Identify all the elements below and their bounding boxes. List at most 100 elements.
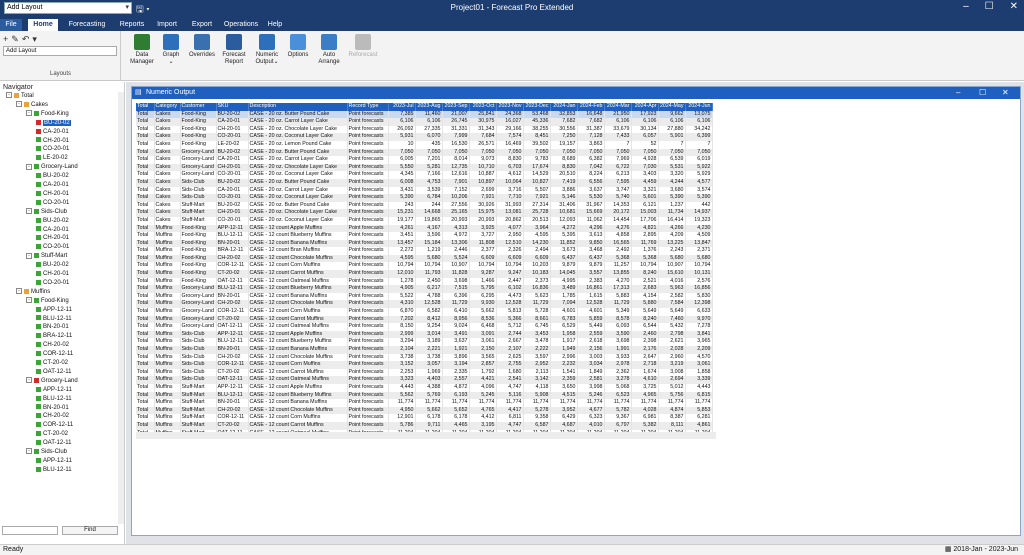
table-cell[interactable]: 8,240 xyxy=(631,270,659,278)
table-cell[interactable]: 11,774 xyxy=(685,399,713,407)
table-cell[interactable]: 2,718 xyxy=(631,361,659,369)
table-cell[interactable]: 6,323 xyxy=(577,414,605,422)
table-cell[interactable]: Stuff-Mart xyxy=(180,209,217,217)
table-cell[interactable]: 5,756 xyxy=(658,391,686,400)
table-cell[interactable]: Stuff-Mart xyxy=(180,399,217,407)
tree-node[interactable]: LE-20-02 xyxy=(36,154,68,162)
table-cell[interactable]: CASE - 12 count Blueberry Muffins xyxy=(248,285,348,293)
tab-reports[interactable]: Reports xyxy=(116,19,148,31)
table-cell[interactable]: 31,387 xyxy=(577,125,605,134)
table-cell[interactable]: 5,680 xyxy=(658,254,686,263)
table-cell[interactable]: 3,716 xyxy=(496,186,524,195)
table-cell[interactable]: 27,556 xyxy=(442,201,470,210)
table-row[interactable]: Total Cakes Sids-Club BU-20-02 CASE - 20 oz.… xyxy=(136,178,713,187)
table-cell[interactable]: 3,091 xyxy=(469,330,497,339)
table-cell[interactable]: Point forecasts xyxy=(347,216,389,225)
table-cell[interactable]: 3,451 xyxy=(388,232,416,240)
table-row[interactable]: Total Muffins Grocery-Land BN-20-01 CASE - 1… xyxy=(136,292,713,301)
table-cell[interactable]: 5,929 xyxy=(685,171,713,179)
table-cell[interactable]: Total xyxy=(136,254,155,263)
table-cell[interactable]: 9,850 xyxy=(577,239,605,248)
table-cell[interactable]: CASE - 12 count Oatmeal Muffins xyxy=(248,323,348,331)
table-cell[interactable]: 6,410 xyxy=(442,308,470,316)
table-cell[interactable]: 15,610 xyxy=(658,270,686,278)
table-cell[interactable]: 4,244 xyxy=(658,178,686,187)
table-cell[interactable]: Total xyxy=(136,391,155,400)
table-cell[interactable]: CH-20-02 xyxy=(216,254,249,263)
table-cell[interactable]: Cakes xyxy=(154,216,181,225)
table-cell[interactable]: Muffins xyxy=(154,376,181,384)
table-cell[interactable]: 3,998 xyxy=(577,383,605,392)
table-cell[interactable]: 11,808 xyxy=(469,239,497,248)
table-cell[interactable]: Food-King xyxy=(180,239,217,248)
table-cell[interactable]: Muffins xyxy=(154,224,181,233)
table-cell[interactable]: Point forecasts xyxy=(347,338,389,346)
table-cell[interactable]: 11,774 xyxy=(469,399,497,407)
table-row[interactable]: Total Cakes Sids-Club CO-20-01 CASE - 20 oz.… xyxy=(136,194,713,202)
table-cell[interactable]: Muffins xyxy=(154,391,181,400)
table-cell[interactable]: 2,755 xyxy=(496,361,524,369)
table-cell[interactable]: Point forecasts xyxy=(347,270,389,278)
tab-help[interactable]: Help xyxy=(264,19,286,31)
collapse-icon[interactable]: - xyxy=(26,297,32,304)
table-cell[interactable]: CASE - 20 oz. Chocolate Layer Cake xyxy=(248,209,348,217)
table-cell[interactable]: 3,590 xyxy=(604,330,632,339)
table-cell[interactable]: Total xyxy=(136,239,155,248)
table-cell[interactable]: 5,146 xyxy=(550,194,578,202)
tree-node[interactable]: CH-20-01 xyxy=(36,270,69,278)
table-cell[interactable]: Point forecasts xyxy=(347,133,389,141)
table-cell[interactable]: 2,978 xyxy=(604,361,632,369)
table-cell[interactable]: 2,371 xyxy=(685,247,713,255)
table-cell[interactable]: 5,880 xyxy=(631,300,659,309)
table-cell[interactable]: 15,975 xyxy=(469,209,497,217)
table-cell[interactable]: 2,744 xyxy=(496,330,524,339)
close-icon[interactable]: ✕ xyxy=(1002,87,1009,99)
table-cell[interactable]: CASE - 20 oz. Carrot Layer Cake xyxy=(248,156,348,164)
table-cell[interactable]: 2,156 xyxy=(577,346,605,354)
table-cell[interactable]: 6,106 xyxy=(658,118,686,126)
table-cell[interactable]: 5,662 xyxy=(415,406,443,415)
table-cell[interactable]: 8,830 xyxy=(550,163,578,172)
table-cell[interactable]: Total xyxy=(136,125,155,134)
table-cell[interactable]: Cakes xyxy=(154,201,181,210)
maximize-icon[interactable]: ☐ xyxy=(979,87,986,99)
table-cell[interactable]: CASE - 12 count Carrot Muffins xyxy=(248,315,348,324)
table-cell[interactable]: 4,509 xyxy=(685,232,713,240)
table-row[interactable]: Total Muffins Grocery-Land BLU-12-11 CASE - … xyxy=(136,285,713,293)
table-cell[interactable]: 10,827 xyxy=(523,178,551,187)
table-cell[interactable]: Total xyxy=(136,178,155,187)
table-cell[interactable]: CASE - 20 oz. Coconut Layer Cake xyxy=(248,194,348,202)
table-cell[interactable]: 31,331 xyxy=(442,125,470,134)
table-cell[interactable]: 4,858 xyxy=(604,232,632,240)
table-cell[interactable]: CASE - 12 count Blueberry Muffins xyxy=(248,391,348,400)
table-cell[interactable]: Stuff-Mart xyxy=(180,414,217,422)
table-cell[interactable]: 4,403 xyxy=(415,376,443,384)
tree-node[interactable]: BLU-12-11 xyxy=(36,395,72,403)
table-cell[interactable]: CASE - 20 oz. Butter Pound Cake xyxy=(248,178,348,187)
table-cell[interactable]: 5,390 xyxy=(658,194,686,202)
table-cell[interactable]: 4,687 xyxy=(550,421,578,430)
table-cell[interactable]: 29,166 xyxy=(496,125,524,134)
table-cell[interactable]: CT-20-02 xyxy=(216,421,249,430)
table-cell[interactable]: 7,050 xyxy=(469,148,497,157)
table-cell[interactable]: Total xyxy=(136,414,155,422)
table-cell[interactable]: CASE - 12 count Carrot Muffins xyxy=(248,270,348,278)
table-cell[interactable]: CT-20-02 xyxy=(216,270,249,278)
table-cell[interactable]: Stuff-Mart xyxy=(180,391,217,400)
column-header[interactable]: Record Type xyxy=(347,103,389,111)
table-cell[interactable]: 3,952 xyxy=(550,406,578,415)
table-cell[interactable]: 19,157 xyxy=(550,140,578,149)
table-cell[interactable]: 4,296 xyxy=(577,224,605,233)
table-cell[interactable]: 3,431 xyxy=(388,186,416,195)
tree-node[interactable]: CA-20-01 xyxy=(36,128,69,136)
table-cell[interactable]: 10,794 xyxy=(496,262,524,271)
table-cell[interactable]: Muffins xyxy=(154,285,181,293)
table-row[interactable]: Total Cakes Food-King CA-20-01 CASE - 20 oz.… xyxy=(136,118,713,126)
table-cell[interactable]: Stuff-Mart xyxy=(180,201,217,210)
table-cell[interactable]: Grocery-Land xyxy=(180,171,217,179)
table-cell[interactable]: Point forecasts xyxy=(347,399,389,407)
table-cell[interactable]: 3,886 xyxy=(550,186,578,195)
table-cell[interactable]: 5,813 xyxy=(496,308,524,316)
table-cell[interactable]: Cakes xyxy=(154,140,181,149)
column-header[interactable]: Description xyxy=(248,103,348,111)
